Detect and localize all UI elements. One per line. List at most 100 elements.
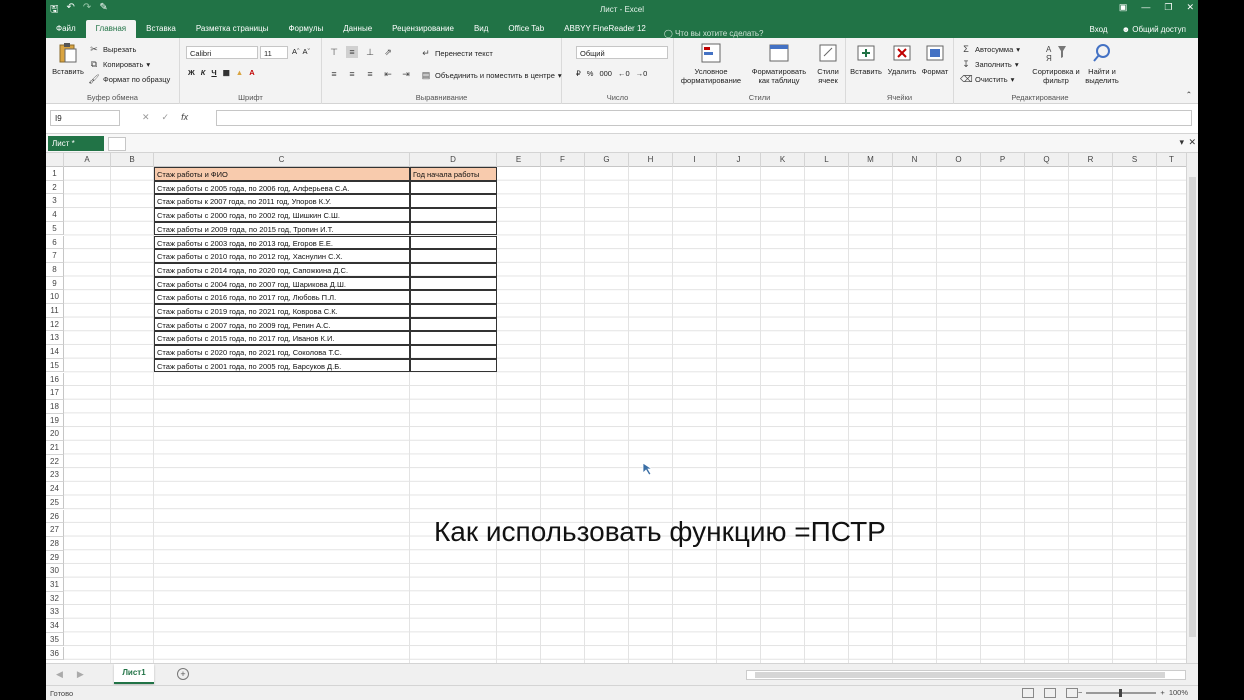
new-document-tab[interactable] — [108, 137, 126, 151]
align-bottom-icon[interactable]: ⊥ — [364, 46, 376, 58]
row-header-9[interactable]: 9 — [46, 276, 64, 291]
align-left-icon[interactable]: ≡ — [328, 68, 340, 80]
row-header-26[interactable]: 26 — [46, 509, 64, 524]
sign-in-link[interactable]: Вход — [1089, 25, 1107, 34]
cell-d7[interactable] — [410, 249, 497, 263]
row-header-5[interactable]: 5 — [46, 221, 64, 236]
cell-c8[interactable]: Стаж работы с 2014 года, по 2020 год, Са… — [154, 262, 410, 277]
column-header-g[interactable]: G — [585, 153, 629, 167]
align-center-icon[interactable]: ≡ — [346, 68, 358, 80]
decrease-indent-icon[interactable]: ⇤ — [382, 68, 394, 80]
column-header-r[interactable]: R — [1069, 153, 1113, 167]
worksheet-grid[interactable]: ABCDEFGHIJKLMNOPQRST 1 2 3 4 5 6 7 8 9 10 11 12 13 14… — [46, 153, 1198, 663]
cell-c2[interactable]: Стаж работы с 2005 года, по 2006 год, Ал… — [154, 180, 410, 195]
cell-c5[interactable]: Стаж работы и 2009 года, по 2015 год, Тр… — [154, 221, 410, 236]
percent-icon[interactable]: % — [587, 69, 594, 78]
cell-d3[interactable] — [410, 194, 497, 209]
font-name-select[interactable]: Calibri — [186, 46, 258, 59]
row-header-20[interactable]: 20 — [46, 427, 64, 441]
column-header-i[interactable]: I — [673, 153, 717, 167]
italic-button[interactable]: К — [201, 68, 206, 77]
horizontal-scroll-thumb[interactable] — [755, 672, 1165, 678]
row-header-16[interactable]: 16 — [46, 372, 64, 387]
formula-input[interactable] — [216, 110, 1192, 126]
merge-center-button[interactable]: ▤ Объединить и поместить в центре ▾ — [420, 69, 562, 81]
tab-view[interactable]: Вид — [464, 20, 498, 38]
clear-button[interactable]: ⌫ Очистить ▾ — [960, 73, 1014, 85]
page-layout-view-icon[interactable] — [1044, 688, 1056, 698]
cell-c13[interactable]: Стаж работы с 2015 года, по 2017 год, Ив… — [154, 331, 410, 346]
delete-cells-button[interactable]: Удалить — [884, 42, 920, 76]
fill-button[interactable]: ↧ Заполнить ▾ — [960, 58, 1018, 70]
ribbon-display-icon[interactable]: ▣ — [1119, 2, 1128, 13]
row-header-17[interactable]: 17 — [46, 386, 64, 400]
row-header-36[interactable]: 36 — [46, 646, 64, 661]
row-header-14[interactable]: 14 — [46, 345, 64, 359]
row-header-25[interactable]: 25 — [46, 495, 64, 510]
cell-d2[interactable] — [410, 180, 497, 195]
row-header-12[interactable]: 12 — [46, 317, 64, 332]
cell-d1[interactable]: Год начала работы — [410, 167, 497, 181]
insert-cells-button[interactable]: Вставить — [848, 42, 884, 76]
row-header-19[interactable]: 19 — [46, 413, 64, 428]
row-header-6[interactable]: 6 — [46, 235, 64, 250]
row-header-32[interactable]: 32 — [46, 591, 64, 606]
row-header-10[interactable]: 10 — [46, 290, 64, 304]
cell-area[interactable]: Стаж работы и ФИО Год начала работы Стаж р… — [64, 167, 1186, 663]
cell-c14[interactable]: Стаж работы с 2020 года, по 2021 год, Со… — [154, 345, 410, 359]
cell-c4[interactable]: Стаж работы с 2000 года, по 2002 год, Ши… — [154, 208, 410, 222]
tab-file[interactable]: Файл — [46, 20, 86, 38]
font-color-icon[interactable]: A — [249, 68, 254, 77]
conditional-formatting-button[interactable]: Условное форматирование — [676, 42, 746, 85]
currency-icon[interactable]: ₽ — [576, 69, 581, 78]
decrease-decimal-icon[interactable]: →0 — [636, 69, 648, 78]
prev-sheet-icon[interactable]: ◀ — [56, 669, 63, 680]
cell-d13[interactable] — [410, 331, 497, 346]
next-sheet-icon[interactable]: ▶ — [77, 669, 84, 680]
enter-icon[interactable]: ✓ — [162, 112, 170, 123]
cell-c11[interactable]: Стаж работы с 2019 года, по 2021 год, Ко… — [154, 304, 410, 318]
tab-menu-icon[interactable]: ▾ — [1179, 137, 1184, 148]
row-header-15[interactable]: 15 — [46, 358, 64, 373]
underline-button[interactable]: Ч — [211, 68, 216, 77]
row-header-22[interactable]: 22 — [46, 454, 64, 469]
sheet-tab-1[interactable]: Лист1 — [114, 664, 154, 684]
zoom-slider[interactable] — [1086, 688, 1157, 697]
zoom-level[interactable]: 100% — [1169, 688, 1188, 697]
cell-d12[interactable] — [410, 317, 497, 332]
cell-c10[interactable]: Стаж работы с 2016 года, по 2017 год, Лю… — [154, 290, 410, 304]
column-header-t[interactable]: T — [1157, 153, 1187, 167]
row-header-7[interactable]: 7 — [46, 249, 64, 263]
column-header-j[interactable]: J — [717, 153, 761, 167]
align-middle-icon[interactable]: ≡ — [346, 46, 358, 58]
align-top-icon[interactable]: ⊤ — [328, 46, 340, 58]
column-header-f[interactable]: F — [541, 153, 585, 167]
column-header-b[interactable]: B — [111, 153, 154, 167]
minimize-icon[interactable]: — — [1141, 2, 1150, 13]
zoom-out-icon[interactable]: − — [1078, 688, 1082, 697]
orientation-icon[interactable]: ⇗ — [382, 46, 394, 58]
row-header-34[interactable]: 34 — [46, 619, 64, 633]
cell-d6[interactable] — [410, 235, 497, 250]
increase-indent-icon[interactable]: ⇥ — [400, 68, 412, 80]
font-size-select[interactable]: 11 — [260, 46, 288, 59]
tab-page-layout[interactable]: Разметка страницы — [186, 20, 279, 38]
row-header-24[interactable]: 24 — [46, 482, 64, 496]
column-header-q[interactable]: Q — [1025, 153, 1069, 167]
cut-button[interactable]: ✂ Вырезать — [88, 43, 136, 55]
row-header-1[interactable]: 1 — [46, 167, 64, 181]
cell-c3[interactable]: Стаж работы к 2007 года, по 2011 год, Уп… — [154, 194, 410, 209]
column-header-c[interactable]: C — [154, 153, 410, 167]
tab-data[interactable]: Данные — [333, 20, 382, 38]
cell-d8[interactable] — [410, 262, 497, 277]
tab-abbyy[interactable]: ABBYY FineReader 12 — [554, 20, 656, 38]
column-header-e[interactable]: E — [497, 153, 541, 167]
normal-view-icon[interactable] — [1022, 688, 1034, 698]
thousands-icon[interactable]: 000 — [599, 69, 612, 78]
tab-home[interactable]: Главная — [85, 20, 137, 38]
add-sheet-icon[interactable]: + — [177, 668, 189, 680]
increase-decimal-icon[interactable]: ←0 — [618, 69, 630, 78]
page-break-view-icon[interactable] — [1066, 688, 1078, 698]
restore-icon[interactable]: ❐ — [1164, 2, 1172, 13]
find-select-button[interactable]: Найти и выделить — [1080, 42, 1124, 85]
